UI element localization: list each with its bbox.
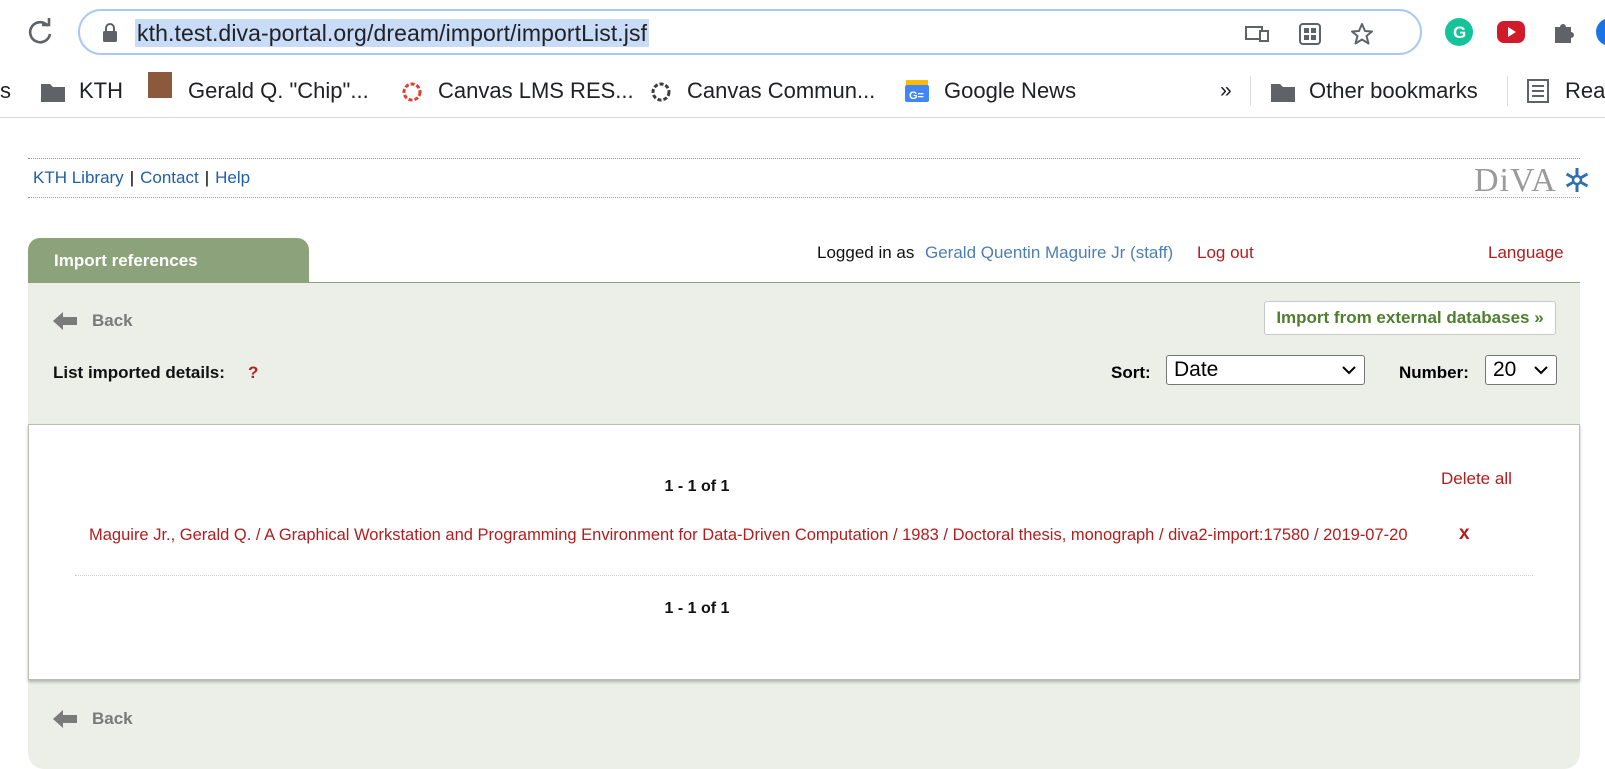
profile-photo-icon xyxy=(148,72,172,98)
help-link[interactable]: Help xyxy=(215,168,250,187)
chevron-down-icon xyxy=(1534,366,1548,375)
google-news-icon: G= xyxy=(905,80,929,102)
link-separator: | xyxy=(129,168,135,187)
canvas-community-icon xyxy=(651,82,671,102)
sort-value: Date xyxy=(1174,358,1219,381)
sort-label: Sort: xyxy=(1111,363,1151,382)
canvas-lms-icon xyxy=(402,82,422,102)
pager-top: 1 - 1 of 1 xyxy=(664,478,730,495)
lock-icon[interactable] xyxy=(102,23,118,43)
list-imported-label: List imported details: xyxy=(53,363,225,382)
bookmark-reading-list[interactable]: Rea xyxy=(1565,74,1605,108)
cast-device-icon[interactable] xyxy=(1245,22,1269,46)
youtube-extension-icon[interactable] xyxy=(1497,21,1525,43)
header-links: KTH Library | Contact | Help xyxy=(33,168,250,188)
diva-logo-text: DiVA xyxy=(1474,162,1555,199)
bookmarks-bar: s KTH Gerald Q. "Chip"... Canvas LMS RES… xyxy=(0,64,1605,118)
pager-bottom: 1 - 1 of 1 xyxy=(664,600,730,617)
diva-star-icon xyxy=(1566,168,1589,192)
reload-icon[interactable] xyxy=(26,18,54,46)
logged-in-label: Logged in as xyxy=(817,243,915,262)
qr-code-icon[interactable] xyxy=(1298,22,1322,46)
bookmark-canvas-community[interactable]: Canvas Commun... xyxy=(687,74,875,108)
results-list: 1 - 1 of 1 Delete all Maguire Jr., Geral… xyxy=(28,424,1580,680)
chevron-down-icon xyxy=(1342,366,1356,375)
tab-import-references[interactable]: Import references xyxy=(28,238,309,284)
number-label: Number: xyxy=(1399,363,1469,382)
more-bookmarks-chevron[interactable]: » xyxy=(1220,74,1232,108)
delete-item-button[interactable]: x xyxy=(1459,523,1470,545)
profile-avatar-icon[interactable] xyxy=(1596,18,1605,46)
user-name-link[interactable]: Gerald Quentin Maguire Jr (staff) xyxy=(925,243,1173,263)
logout-link[interactable]: Log out xyxy=(1197,243,1254,263)
folder-icon xyxy=(41,84,65,102)
reading-list-icon xyxy=(1527,79,1549,103)
back-arrow-icon xyxy=(53,710,77,728)
bookmark-google-news[interactable]: Google News xyxy=(944,74,1076,108)
back-label: Back xyxy=(92,311,133,330)
link-separator: | xyxy=(204,168,210,187)
number-select[interactable]: 20 xyxy=(1485,355,1557,385)
divider xyxy=(28,197,1580,198)
bookmark-item[interactable]: s xyxy=(0,74,11,108)
bookmark-gerald[interactable]: Gerald Q. "Chip"... xyxy=(188,74,369,108)
extensions-puzzle-icon[interactable] xyxy=(1550,18,1578,46)
back-arrow-icon xyxy=(53,312,77,330)
folder-icon xyxy=(1271,84,1295,102)
svg-text:G: G xyxy=(1453,23,1466,42)
browser-toolbar: kth.test.diva-portal.org/dream/import/im… xyxy=(0,0,1605,64)
bookmark-kth[interactable]: KTH xyxy=(79,74,123,108)
star-bookmark-icon[interactable] xyxy=(1350,22,1374,46)
bookmarks-divider xyxy=(1250,76,1251,106)
language-link[interactable]: Language xyxy=(1488,243,1564,263)
kth-library-link[interactable]: KTH Library xyxy=(33,168,124,187)
diva-logo[interactable]: DiVA xyxy=(1474,162,1590,200)
row-divider xyxy=(75,575,1533,576)
number-value: 20 xyxy=(1493,358,1517,381)
address-bar[interactable]: kth.test.diva-portal.org/dream/import/im… xyxy=(78,9,1422,55)
grammarly-extension-icon[interactable]: G xyxy=(1445,18,1473,46)
bookmarks-divider xyxy=(1507,76,1508,106)
help-question-icon[interactable]: ? xyxy=(248,363,258,383)
import-external-button[interactable]: Import from external databases » xyxy=(1264,301,1556,335)
sort-select[interactable]: Date xyxy=(1166,355,1365,385)
svg-text:G=: G= xyxy=(909,90,924,102)
url-text[interactable]: kth.test.diva-portal.org/dream/import/im… xyxy=(135,19,650,47)
bookmark-canvas-lms[interactable]: Canvas LMS RES... xyxy=(438,74,634,108)
delete-all-link[interactable]: Delete all xyxy=(1441,469,1512,489)
reference-item-link[interactable]: Maguire Jr., Gerald Q. / A Graphical Wor… xyxy=(89,525,1409,546)
bookmark-other[interactable]: Other bookmarks xyxy=(1309,74,1478,108)
contact-link[interactable]: Contact xyxy=(140,168,199,187)
divider xyxy=(28,158,1580,159)
back-label: Back xyxy=(92,709,133,728)
